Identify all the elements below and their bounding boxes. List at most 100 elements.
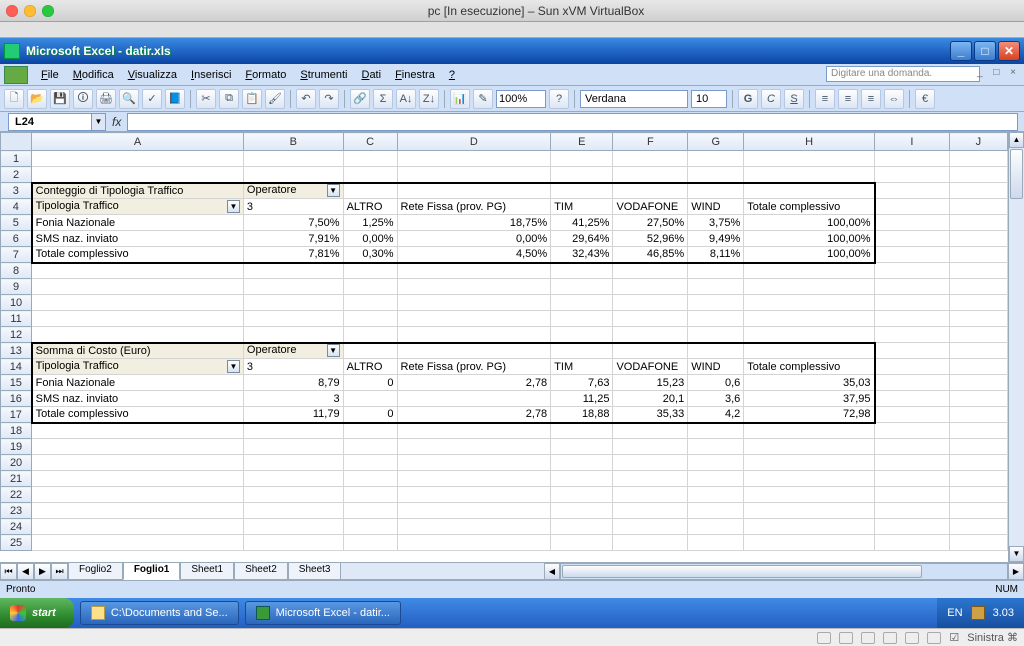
- scroll-thumb[interactable]: [1010, 149, 1023, 199]
- row-header-6[interactable]: 6: [1, 231, 32, 247]
- cell-B24[interactable]: [243, 519, 343, 535]
- cell-D18[interactable]: [397, 423, 551, 439]
- row-header-18[interactable]: 18: [1, 423, 32, 439]
- cell-J15[interactable]: [949, 375, 1007, 391]
- menu-?[interactable]: ?: [442, 66, 462, 84]
- cell-E24[interactable]: [551, 519, 613, 535]
- cell-C19[interactable]: [343, 439, 397, 455]
- cell-J22[interactable]: [949, 487, 1007, 503]
- cell-A7[interactable]: Totale complessivo: [32, 247, 244, 263]
- spreadsheet-grid[interactable]: ABCDEFGHIJ123Conteggio di Tipologia Traf…: [0, 132, 1008, 551]
- research-icon[interactable]: 📘: [165, 89, 185, 109]
- cell-C21[interactable]: [343, 471, 397, 487]
- cell-F14[interactable]: VODAFONE: [613, 359, 688, 375]
- cell-I11[interactable]: [875, 311, 950, 327]
- cell-H23[interactable]: [744, 503, 875, 519]
- cell-I25[interactable]: [875, 535, 950, 551]
- cell-H2[interactable]: [744, 167, 875, 183]
- sheet-tab-foglio2[interactable]: Foglio2: [68, 563, 123, 580]
- cell-J9[interactable]: [949, 279, 1007, 295]
- tab-nav-first-icon[interactable]: ⏮: [0, 563, 17, 580]
- scroll-up-icon[interactable]: ▲: [1009, 132, 1024, 148]
- cell-D3[interactable]: [397, 183, 551, 199]
- cell-D23[interactable]: [397, 503, 551, 519]
- cell-C13[interactable]: [343, 343, 397, 359]
- cell-I18[interactable]: [875, 423, 950, 439]
- start-button[interactable]: start: [0, 598, 74, 628]
- close-window-mac[interactable]: [6, 5, 18, 17]
- cell-F5[interactable]: 27,50%: [613, 215, 688, 231]
- select-all-corner[interactable]: [1, 133, 32, 151]
- row-header-21[interactable]: 21: [1, 471, 32, 487]
- row-header-11[interactable]: 11: [1, 311, 32, 327]
- cell-C25[interactable]: [343, 535, 397, 551]
- underline-icon[interactable]: S: [784, 89, 804, 109]
- cell-C11[interactable]: [343, 311, 397, 327]
- zoom-combo[interactable]: 100%: [496, 90, 546, 108]
- help-icon[interactable]: ?: [549, 89, 569, 109]
- name-box-dropdown[interactable]: ▼: [92, 113, 106, 131]
- column-header-F[interactable]: F: [613, 133, 688, 151]
- cell-I10[interactable]: [875, 295, 950, 311]
- menu-formato[interactable]: Formato: [238, 66, 293, 84]
- tab-nav-next-icon[interactable]: ▶: [34, 563, 51, 580]
- cell-F13[interactable]: [613, 343, 688, 359]
- cell-G12[interactable]: [688, 327, 744, 343]
- cell-G21[interactable]: [688, 471, 744, 487]
- row-header-10[interactable]: 10: [1, 295, 32, 311]
- cell-B21[interactable]: [243, 471, 343, 487]
- cell-H1[interactable]: [744, 151, 875, 167]
- row-header-22[interactable]: 22: [1, 487, 32, 503]
- cell-E14[interactable]: TIM: [551, 359, 613, 375]
- row-header-16[interactable]: 16: [1, 391, 32, 407]
- row-header-23[interactable]: 23: [1, 503, 32, 519]
- cell-E21[interactable]: [551, 471, 613, 487]
- cell-C16[interactable]: [343, 391, 397, 407]
- cell-J24[interactable]: [949, 519, 1007, 535]
- cell-D25[interactable]: [397, 535, 551, 551]
- italic-icon[interactable]: C: [761, 89, 781, 109]
- cell-A20[interactable]: [32, 455, 244, 471]
- spelling-icon[interactable]: ✓: [142, 89, 162, 109]
- cell-F17[interactable]: 35,33: [613, 407, 688, 423]
- new-icon[interactable]: 🗋: [4, 89, 24, 109]
- cell-H8[interactable]: [744, 263, 875, 279]
- cell-H6[interactable]: 100,00%: [744, 231, 875, 247]
- cell-H5[interactable]: 100,00%: [744, 215, 875, 231]
- font-name-combo[interactable]: Verdana: [580, 90, 688, 108]
- cell-B12[interactable]: [243, 327, 343, 343]
- cell-H15[interactable]: 35,03: [744, 375, 875, 391]
- cell-I15[interactable]: [875, 375, 950, 391]
- cell-C1[interactable]: [343, 151, 397, 167]
- cell-D15[interactable]: 2,78: [397, 375, 551, 391]
- chart-wizard-icon[interactable]: 📊: [450, 89, 470, 109]
- cell-I4[interactable]: [875, 199, 950, 215]
- cell-E11[interactable]: [551, 311, 613, 327]
- font-size-combo[interactable]: 10: [691, 90, 727, 108]
- row-header-24[interactable]: 24: [1, 519, 32, 535]
- menu-dati[interactable]: Dati: [354, 66, 388, 84]
- cell-J11[interactable]: [949, 311, 1007, 327]
- save-icon[interactable]: 💾: [50, 89, 70, 109]
- row-header-19[interactable]: 19: [1, 439, 32, 455]
- cell-C6[interactable]: 0,00%: [343, 231, 397, 247]
- cell-B20[interactable]: [243, 455, 343, 471]
- tab-nav-prev-icon[interactable]: ◀: [17, 563, 34, 580]
- cell-D24[interactable]: [397, 519, 551, 535]
- cell-I1[interactable]: [875, 151, 950, 167]
- cell-G9[interactable]: [688, 279, 744, 295]
- align-center-icon[interactable]: ≡: [838, 89, 858, 109]
- cell-C14[interactable]: ALTRO: [343, 359, 397, 375]
- vb-net-icon[interactable]: [861, 632, 875, 644]
- cell-G17[interactable]: 4,2: [688, 407, 744, 423]
- cell-J6[interactable]: [949, 231, 1007, 247]
- cell-F7[interactable]: 46,85%: [613, 247, 688, 263]
- cell-C12[interactable]: [343, 327, 397, 343]
- menu-visualizza[interactable]: Visualizza: [121, 66, 184, 84]
- cell-F10[interactable]: [613, 295, 688, 311]
- tray-virtualbox-icon[interactable]: [971, 606, 985, 620]
- row-header-5[interactable]: 5: [1, 215, 32, 231]
- cell-I24[interactable]: [875, 519, 950, 535]
- cell-G18[interactable]: [688, 423, 744, 439]
- cell-C15[interactable]: 0: [343, 375, 397, 391]
